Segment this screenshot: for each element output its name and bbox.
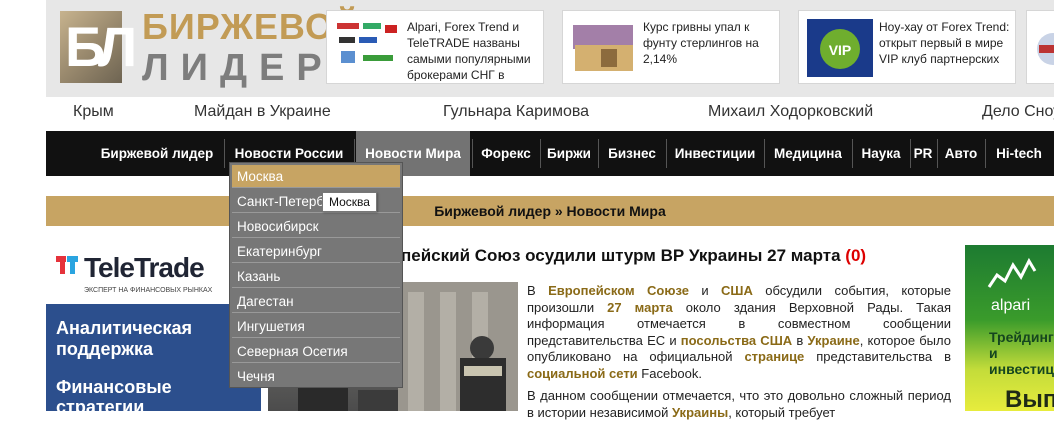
nav-item-business[interactable]: Бизнес [600,131,664,176]
breadcrumb[interactable]: Биржевой лидер » Новости Мира [46,196,1054,226]
header-news-item-cut[interactable] [1026,10,1054,84]
alpari-ad-banner[interactable]: alpari Трейдинг и инвестиции Вып [965,245,1054,413]
header-news-item[interactable]: VIP Hoy-хау от Forex Trend: открыт первы… [798,10,1016,84]
site-header: БЛ БИРЖЕВОЙ ЛИДЕР Alpari, Forex Trend и … [46,0,1054,97]
nav-separator [910,139,911,168]
dropdown-item-novosibirsk[interactable]: Новосибирск [232,215,400,238]
teletrade-ad-line: Финансовые [56,377,172,397]
vip-badge-thumb-icon: VIP [807,19,873,77]
chart-trend-icon [987,257,1037,288]
teletrade-tagline: ЭКСПЕРТ НА ФИНАНСОВЫХ РЫНКАХ [84,287,213,294]
header-news-text[interactable]: Hoy-хау от Forex Trend: открыт первый в … [879,19,1011,81]
logo-title-line2[interactable]: ЛИДЕР [142,48,334,88]
dropdown-item-kazan[interactable]: Казань [232,265,400,288]
article-paragraph-2: В данном сообщении отмечается, что это д… [527,388,951,420]
nav-item-forex[interactable]: Форекс [474,131,538,176]
nav-separator [985,139,986,168]
teletrade-ad-line: поддержка [56,339,154,359]
nav-separator [852,139,853,168]
nav-item-hitech[interactable]: Hi-tech [987,131,1051,176]
dropdown-item-ingushetia[interactable]: Ингушетия [232,315,400,338]
header-news-text[interactable]: Курс гривны упал к фунту стерлингов на 2… [643,19,775,81]
alpari-ad-line: Трейдинг [989,329,1054,345]
dropdown-item-north-ossetia[interactable]: Северная Осетия [232,340,400,363]
forex-brokers-thumb-icon [335,19,401,77]
nav-separator [540,139,541,168]
alpari-logo-text: alpari [991,297,1031,314]
nav-item-home[interactable]: Биржевой лидер [94,131,220,176]
nav-item-medicine[interactable]: Медицина [766,131,850,176]
tag-link-snowden[interactable]: Дело Сноудена [982,102,1054,122]
dropdown-item-ekaterinburg[interactable]: Екатеринбург [232,240,400,263]
svg-text:VIP: VIP [829,42,852,58]
dropdown-item-dagestan[interactable]: Дагестан [232,290,400,313]
header-news-item[interactable]: Курс гривны упал к фунту стерлингов на 2… [562,10,780,84]
nav-item-investments[interactable]: Инвестиции [668,131,762,176]
flag-thumb-icon [1037,33,1054,65]
tag-link-maidan[interactable]: Майдан в Украине [194,102,331,122]
teletrade-ad-line: Аналитическая [56,318,193,338]
article-title[interactable]: пейский Союз осудили штурм ВР Украины 27… [401,245,866,267]
nav-item-auto[interactable]: Авто [939,131,983,176]
nav-separator [224,139,225,168]
tag-link-khodorkovsky[interactable]: Михаил Ходорковский [708,102,873,122]
tag-link-karimova[interactable]: Гульнара Каримова [443,102,589,122]
article-paragraph-1: В Европейском Союзе и США обсудили событ… [527,283,951,381]
alpari-ad-big-text: Вып [1005,386,1054,413]
nav-item-exchanges[interactable]: Биржи [542,131,596,176]
tag-link-crimea[interactable]: Крым [73,102,114,122]
logo-mark-icon[interactable]: БЛ [60,11,137,83]
nav-item-pr[interactable]: PR [912,131,934,176]
main-nav: Биржевой лидер Новости России Новости Ми… [46,131,1054,176]
dropdown-item-chechnya[interactable]: Чечня [232,365,400,388]
article-title-text[interactable]: пейский Союз осудили штурм ВР Украины 27… [401,246,841,265]
teletrade-logo-text: TeleTrade [84,252,205,283]
comment-count[interactable]: (0) [845,246,866,265]
alpari-ad-line: и инвестиции [989,345,1054,377]
header-news-item[interactable]: Alpari, Forex Trend и TeleTRADE названы … [326,10,544,84]
banknotes-thumb-icon [571,19,637,77]
nav-separator [598,139,599,168]
dropdown-item-moscow[interactable]: Москва [232,165,400,188]
nav-item-science[interactable]: Наука [854,131,908,176]
nav-separator [666,139,667,168]
teletrade-ad-line: стратегии [56,397,145,411]
nav-separator [764,139,765,168]
tooltip: Москва [322,192,377,212]
header-news-text[interactable]: Alpari, Forex Trend и TeleTRADE названы … [407,19,539,81]
nav-separator [937,139,938,168]
nav-separator [472,139,473,168]
teletrade-logo-icon [56,256,78,274]
